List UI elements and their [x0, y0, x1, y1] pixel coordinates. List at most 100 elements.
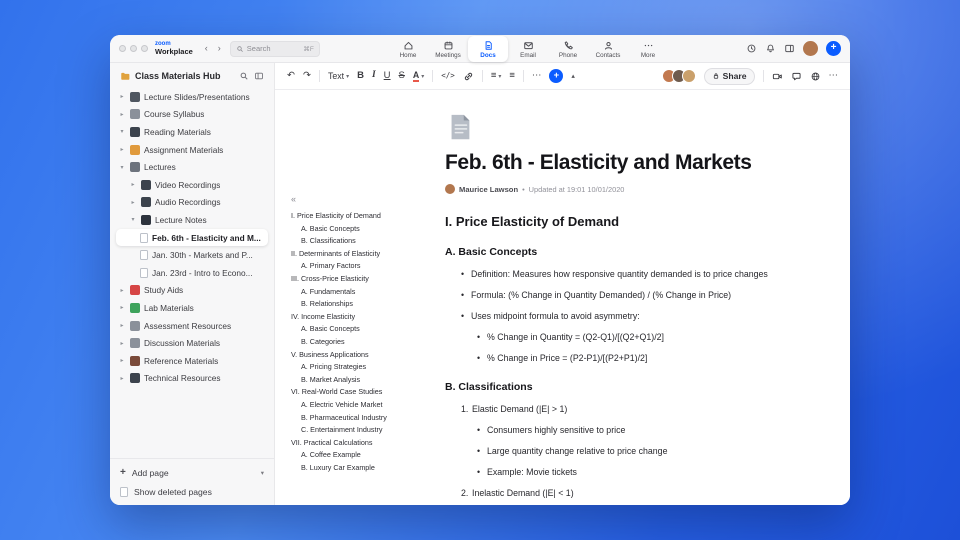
tab-docs[interactable]: Docs: [468, 36, 508, 62]
tab-email[interactable]: Email: [508, 36, 548, 62]
text-style-select[interactable]: Text ▾: [328, 71, 349, 81]
toc-item[interactable]: A. Electric Vehicle Market: [291, 399, 441, 412]
sidebar-item[interactable]: ▸ Study Aids: [116, 282, 268, 300]
sidebar-item[interactable]: ▾ Lectures: [116, 158, 268, 176]
toc-item[interactable]: B. Classifications: [291, 235, 441, 248]
chevron-down-icon[interactable]: ▾: [129, 216, 137, 223]
more-tools-button[interactable]: ⋯: [532, 71, 542, 81]
add-page-button[interactable]: + Add page ▾: [120, 467, 264, 478]
chevron-right-icon[interactable]: ▸: [118, 287, 126, 294]
more-options-button[interactable]: ⋯: [829, 71, 839, 81]
toc-item[interactable]: B. Relationships: [291, 298, 441, 311]
tab-more[interactable]: More: [628, 36, 668, 62]
strikethrough-button[interactable]: S: [399, 71, 405, 81]
close-window-button[interactable]: [119, 45, 126, 52]
minimize-window-button[interactable]: [130, 45, 137, 52]
toc-item[interactable]: A. Fundamentals: [291, 286, 441, 299]
chevron-right-icon[interactable]: ▸: [118, 322, 126, 329]
toc-item[interactable]: IV. Income Elasticity: [291, 311, 441, 324]
sidebar-item[interactable]: ▸ Video Recordings: [116, 176, 268, 194]
sidebar-item[interactable]: ▸ Assignment Materials: [116, 141, 268, 159]
sidebar-item[interactable]: Jan. 30th - Markets and P...: [116, 246, 268, 264]
toc-item[interactable]: B. Luxury Car Example: [291, 462, 441, 475]
toc-item[interactable]: V. Business Applications: [291, 349, 441, 362]
doc-heading[interactable]: I. Price Elasticity of Demand: [445, 214, 825, 229]
doc-bullet-item[interactable]: • Definition: Measures how responsive qua…: [445, 269, 825, 279]
new-item-plus-button[interactable]: +: [826, 41, 841, 56]
sidebar-item[interactable]: Feb. 6th - Elasticity and M...: [116, 228, 268, 247]
sidebar-item[interactable]: ▸ Assessment Resources: [116, 317, 268, 335]
chevron-right-icon[interactable]: ▸: [118, 340, 126, 347]
nav-forward-button[interactable]: ›: [213, 42, 226, 55]
link-button[interactable]: [463, 71, 474, 82]
toc-item[interactable]: A. Basic Concepts: [291, 223, 441, 236]
doc-bullet-item[interactable]: • Consumers highly sensitive to price: [445, 425, 825, 435]
chevron-right-icon[interactable]: ▸: [118, 357, 126, 364]
doc-numbered-item[interactable]: 1. Elastic Demand (|E| > 1): [445, 404, 825, 414]
comments-icon[interactable]: [791, 71, 802, 82]
doc-bullet-item[interactable]: • % Change in Price = (P2-P1)/[(P2+P1)/2]: [445, 353, 825, 363]
toc-item[interactable]: A. Basic Concepts: [291, 323, 441, 336]
nav-back-button[interactable]: ‹: [200, 42, 213, 55]
chevron-down-icon[interactable]: ▾: [118, 164, 126, 171]
toc-item[interactable]: B. Categories: [291, 336, 441, 349]
clock-icon[interactable]: [746, 43, 757, 54]
underline-button[interactable]: U: [384, 71, 391, 81]
chevron-right-icon[interactable]: ▸: [118, 304, 126, 311]
sidebar-collapse-icon[interactable]: [254, 71, 264, 81]
chevron-right-icon[interactable]: ▸: [118, 375, 126, 382]
tab-contacts[interactable]: Contacts: [588, 36, 628, 62]
collaborator-avatar[interactable]: [681, 69, 696, 83]
sidebar-item[interactable]: ▸ Lab Materials: [116, 299, 268, 317]
toc-item[interactable]: C. Entertainment Industry: [291, 424, 441, 437]
chevron-down-icon[interactable]: ▾: [261, 469, 264, 477]
doc-bullet-item[interactable]: • Formula: (% Change in Quantity Demanded…: [445, 290, 825, 300]
toc-item[interactable]: B. Pharmaceutical Industry: [291, 412, 441, 425]
toc-item[interactable]: VI. Real-World Case Studies: [291, 386, 441, 399]
notifications-bell-icon[interactable]: [765, 43, 776, 54]
collapse-toolbar-icon[interactable]: ▴: [571, 72, 575, 80]
code-button[interactable]: </>: [441, 72, 455, 80]
toc-item[interactable]: A. Pricing Strategies: [291, 361, 441, 374]
sidebar-item[interactable]: ▸ Course Syllabus: [116, 106, 268, 124]
list-button[interactable]: ≡ ▾: [491, 71, 502, 81]
doc-title[interactable]: Feb. 6th - Elasticity and Markets: [445, 151, 825, 175]
panel-toggle-icon[interactable]: [784, 43, 795, 54]
italic-button[interactable]: I: [372, 71, 376, 81]
toc-item[interactable]: A. Coffee Example: [291, 449, 441, 462]
tab-phone[interactable]: Phone: [548, 36, 588, 62]
sidebar-item[interactable]: ▸ Lecture Slides/Presentations: [116, 88, 268, 106]
document-page-icon[interactable]: [445, 112, 825, 142]
doc-bullet-item[interactable]: • % Change in Quantity = (Q2-Q1)/[(Q2+Q1)…: [445, 332, 825, 342]
toc-item[interactable]: A. Primary Factors: [291, 260, 441, 273]
doc-heading[interactable]: A. Basic Concepts: [445, 246, 825, 258]
sidebar-item[interactable]: ▾ Reading Materials: [116, 123, 268, 141]
toc-item[interactable]: VII. Practical Calculations: [291, 437, 441, 450]
align-button[interactable]: ≡: [509, 71, 515, 81]
tab-meetings[interactable]: Meetings: [428, 36, 468, 62]
sidebar-item[interactable]: Jan. 23rd - Intro to Econo...: [116, 264, 268, 282]
window-controls[interactable]: [119, 45, 148, 52]
sidebar-item[interactable]: ▾ Lecture Notes: [116, 211, 268, 229]
share-button[interactable]: Share: [703, 67, 755, 85]
chevron-right-icon[interactable]: ▸: [118, 111, 126, 118]
doc-heading[interactable]: B. Classifications: [445, 381, 825, 393]
doc-content[interactable]: Feb. 6th - Elasticity and Markets Mauric…: [445, 90, 825, 498]
toc-item[interactable]: II. Determinants of Elasticity: [291, 248, 441, 261]
toc-item[interactable]: B. Market Analysis: [291, 374, 441, 387]
chevron-right-icon[interactable]: ▸: [129, 199, 137, 206]
insert-block-button[interactable]: +: [549, 69, 564, 83]
toc-item[interactable]: I. Price Elasticity of Demand: [291, 210, 441, 223]
globe-icon[interactable]: [810, 71, 821, 82]
global-search-input[interactable]: Search ⌘F: [229, 40, 320, 57]
text-color-button[interactable]: A ▾: [412, 70, 424, 82]
chevron-down-icon[interactable]: ▾: [118, 128, 126, 135]
zoom-window-button[interactable]: [141, 45, 148, 52]
doc-bullet-item[interactable]: • Example: Movie tickets: [445, 467, 825, 477]
sidebar-item[interactable]: ▸ Discussion Materials: [116, 334, 268, 352]
show-deleted-pages-button[interactable]: Show deleted pages: [120, 487, 264, 497]
bold-button[interactable]: B: [357, 71, 364, 81]
toc-item[interactable]: III. Cross-Price Elasticity: [291, 273, 441, 286]
doc-bullet-item[interactable]: • Large quantity change relative to price…: [445, 446, 825, 456]
sidebar-search-icon[interactable]: [239, 71, 249, 81]
